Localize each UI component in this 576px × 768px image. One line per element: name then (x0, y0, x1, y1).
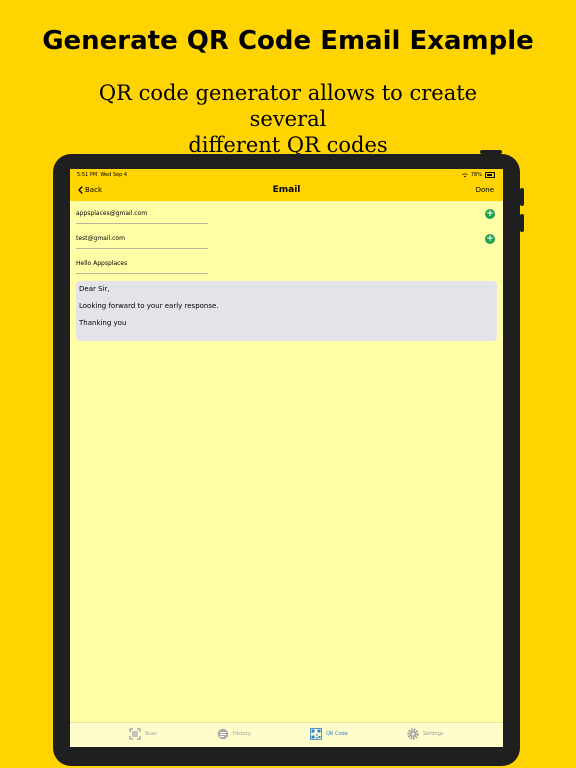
promo-subtitle-line-1: QR code generator allows to create sever… (98, 81, 478, 131)
device-volume-down-button (520, 214, 524, 232)
tab-settings[interactable]: Settings (407, 728, 444, 740)
tab-qr-code-label: QR Code (326, 731, 348, 737)
battery-icon (485, 172, 495, 178)
tab-qr-code[interactable]: QR Code (310, 728, 348, 740)
navigation-bar: Back Email Done (70, 181, 503, 201)
message-body-textarea[interactable]: Dear Sir, Looking forward to your early … (76, 281, 497, 341)
done-button[interactable]: Done (476, 186, 494, 194)
promo-headline: Generate QR Code Email Example (42, 26, 534, 56)
device-volume-up-button (520, 188, 524, 206)
message-line-3: Thanking you (79, 319, 127, 327)
back-button[interactable]: Back (78, 186, 102, 194)
device-top-button (480, 150, 502, 154)
promo-subtitle: QR code generator allows to create sever… (60, 80, 516, 158)
subject-field[interactable]: Hello Appsplaces (76, 259, 208, 274)
tab-bar: Scan History QR Code Settings (70, 722, 503, 747)
status-indicators: 78% (462, 172, 495, 178)
chevron-left-icon (78, 186, 83, 194)
to-email-field[interactable]: appsplaces@gmail.com (76, 209, 208, 224)
status-date-value: Wed Sep 4 (100, 172, 128, 178)
tab-history[interactable]: History (217, 728, 251, 740)
message-line-2: Looking forward to your early response. (79, 302, 219, 310)
add-to-recipient-button[interactable]: + (485, 209, 495, 219)
status-time-value: 5:51 PM (77, 172, 98, 178)
add-cc-recipient-button[interactable]: + (485, 234, 495, 244)
tab-scan[interactable]: Scan (129, 728, 157, 740)
gear-icon (407, 728, 419, 740)
status-bar: 5:51 PM Wed Sep 4 78% (70, 169, 503, 181)
status-time: 5:51 PM Wed Sep 4 (77, 172, 127, 178)
wifi-icon (462, 172, 468, 177)
tab-history-label: History (233, 731, 251, 737)
message-line-1: Dear Sir, (79, 285, 110, 293)
page-title: Email (272, 185, 301, 195)
qr-code-icon (310, 728, 322, 740)
tab-scan-label: Scan (145, 731, 158, 737)
back-label: Back (85, 186, 102, 194)
cc-email-field[interactable]: test@gmail.com (76, 234, 208, 249)
app-screen: 5:51 PM Wed Sep 4 78% Back Email Done ap… (70, 169, 503, 747)
history-icon (217, 728, 229, 740)
tab-settings-label: Settings (423, 731, 444, 737)
battery-percent: 78% (470, 172, 482, 178)
scan-icon (129, 728, 141, 740)
